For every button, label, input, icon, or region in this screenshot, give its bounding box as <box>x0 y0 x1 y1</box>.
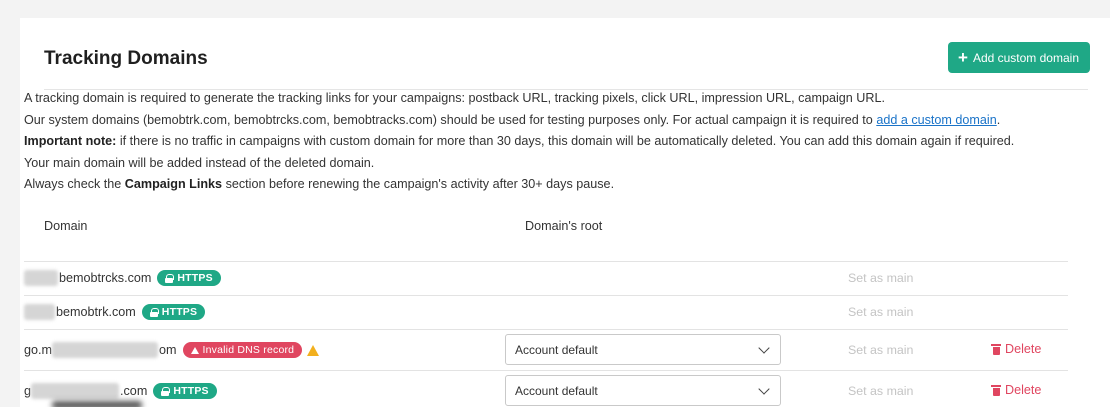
domain-root-select[interactable]: Account default <box>505 334 781 365</box>
table-row: bemobtrk.com HTTPS Set as main <box>24 296 1068 329</box>
info-line-5-suffix: section before renewing the campaign's a… <box>222 177 615 191</box>
table-row: go.m om Invalid DNS record Account defau… <box>24 330 1068 370</box>
https-badge: HTTPS <box>157 270 221 286</box>
domain-cell: go.m om Invalid DNS record <box>24 342 320 358</box>
trash-icon <box>991 343 1001 355</box>
redacted-text <box>52 401 142 407</box>
lock-icon <box>161 386 171 396</box>
domain-cell: bemobtrcks.com HTTPS <box>24 270 221 286</box>
important-note-label: Important note: <box>24 134 117 148</box>
chevron-down-icon <box>758 342 770 354</box>
info-line-3: Important note: if there is no traffic i… <box>24 131 1074 153</box>
redacted-text <box>31 383 120 399</box>
add-custom-domain-label: Add custom domain <box>972 50 1079 65</box>
info-line-2-text: Our system domains (bemobtrk.com, bemobt… <box>24 112 877 127</box>
plus-icon: + <box>958 47 968 67</box>
campaign-links-label: Campaign Links <box>124 177 223 191</box>
redacted-text <box>52 342 158 358</box>
badge-label: HTTPS <box>161 306 198 318</box>
select-value: Account default <box>515 342 598 357</box>
alert-icon <box>190 346 199 354</box>
select-value: Account default <box>515 383 598 398</box>
lock-icon <box>165 273 175 283</box>
page-title: Tracking Domains <box>44 48 208 69</box>
add-custom-domain-link[interactable]: add a custom domain <box>876 113 996 127</box>
set-as-main-button[interactable]: Set as main <box>848 305 913 319</box>
domain-cell: g .com HTTPS <box>24 383 217 399</box>
table-row: g .com HTTPS Account default Set as main… <box>24 371 1068 407</box>
delete-label: Delete <box>1005 342 1042 356</box>
https-badge: HTTPS <box>153 383 217 399</box>
card-header: Tracking Domains + Add custom domain <box>44 42 1090 90</box>
badge-label: HTTPS <box>173 385 209 397</box>
info-line-1: A tracking domain is required to generat… <box>24 91 885 105</box>
https-badge: HTTPS <box>141 304 206 320</box>
domain-name: bemobtrcks.com <box>59 271 152 285</box>
lock-icon <box>149 307 159 317</box>
domain-cell: bemobtrk.com HTTPS <box>24 304 206 320</box>
info-line-3-text: if there is no traffic in campaigns with… <box>116 134 1015 148</box>
trash-icon <box>991 384 1001 396</box>
set-as-main-button[interactable]: Set as main <box>848 343 913 357</box>
delete-button[interactable]: Delete <box>991 383 1041 397</box>
invalid-dns-badge: Invalid DNS record <box>182 342 303 358</box>
delete-button[interactable]: Delete <box>991 342 1041 356</box>
column-header-domain: Domain <box>44 219 88 233</box>
info-text: A tracking domain is required to generat… <box>24 88 1074 196</box>
info-line-2: Our system domains (bemobtrk.com, bemobt… <box>24 110 1074 132</box>
column-header-domain-root: Domain's root <box>525 219 603 233</box>
domain-name-prefix: g <box>24 384 32 398</box>
domain-name: bemobtrk.com <box>56 305 136 319</box>
set-as-main-button[interactable]: Set as main <box>848 271 913 285</box>
domain-name-prefix: go.m <box>24 343 52 357</box>
warning-icon[interactable] <box>307 344 320 356</box>
redacted-text <box>24 304 55 320</box>
set-as-main-button[interactable]: Set as main <box>848 384 913 398</box>
chevron-down-icon <box>758 383 770 395</box>
badge-label: HTTPS <box>177 272 213 284</box>
redacted-text <box>24 270 58 286</box>
table-row: bemobtrcks.com HTTPS Set as main <box>24 262 1068 295</box>
info-line-5-text: Always check the <box>24 177 125 191</box>
add-custom-domain-button[interactable]: + Add custom domain <box>948 42 1090 73</box>
domain-name: om <box>159 343 177 357</box>
info-line-2-suffix: . <box>996 112 1001 127</box>
info-line-5: Always check the Campaign Links section … <box>24 174 1074 196</box>
badge-label: Invalid DNS record <box>202 344 295 356</box>
domain-root-select[interactable]: Account default <box>505 375 781 406</box>
info-line-4: Your main domain will be added instead o… <box>24 155 375 170</box>
delete-label: Delete <box>1005 383 1042 397</box>
domain-name: .com <box>120 384 148 398</box>
